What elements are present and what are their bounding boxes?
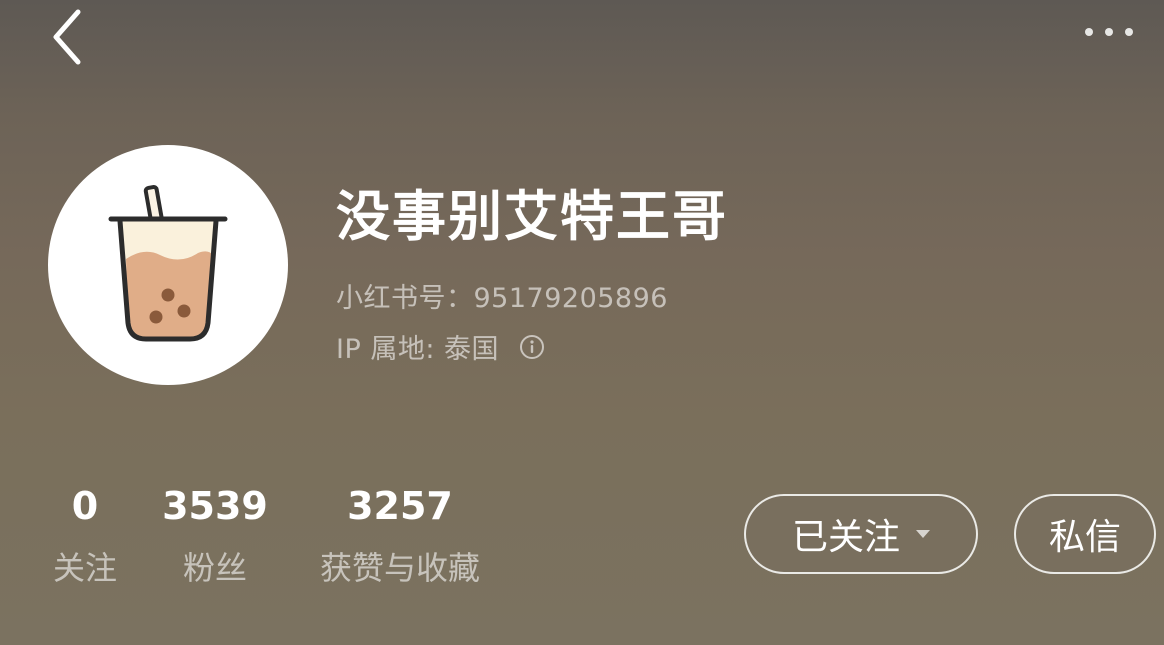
stat-value: 0	[71, 484, 99, 528]
top-bar	[0, 0, 1164, 80]
ip-location: IP 属地: 泰国	[336, 334, 500, 365]
chevron-left-icon	[53, 9, 81, 65]
avatar[interactable]	[48, 145, 288, 385]
nickname: 没事别艾特王哥	[336, 185, 728, 248]
more-button[interactable]	[1074, 14, 1144, 50]
message-button-label: 私信	[1048, 517, 1121, 558]
following-button-label: 已关注	[791, 517, 900, 558]
user-id: 小红书号：95179205896	[336, 283, 668, 314]
info-icon[interactable]	[519, 334, 545, 360]
back-button[interactable]	[40, 4, 100, 70]
message-button[interactable]: 私信	[1014, 494, 1156, 574]
ip-location-row: IP 属地: 泰国	[336, 327, 545, 366]
stat-value: 3257	[347, 484, 453, 528]
stat-label: 粉丝	[182, 549, 247, 587]
stat-value: 3539	[162, 484, 268, 528]
stat-followers[interactable]: 3539 粉丝	[150, 484, 280, 588]
stat-label: 获赞与收藏	[319, 549, 480, 587]
following-button[interactable]: 已关注	[744, 494, 978, 574]
bubble-tea-icon	[108, 185, 228, 342]
stat-label: 关注	[52, 549, 117, 587]
more-horizontal-icon	[1085, 28, 1133, 36]
stat-likes-collections[interactable]: 3257 获赞与收藏	[300, 484, 500, 588]
stat-following[interactable]: 0 关注	[40, 484, 130, 588]
caret-down-icon	[916, 530, 930, 538]
